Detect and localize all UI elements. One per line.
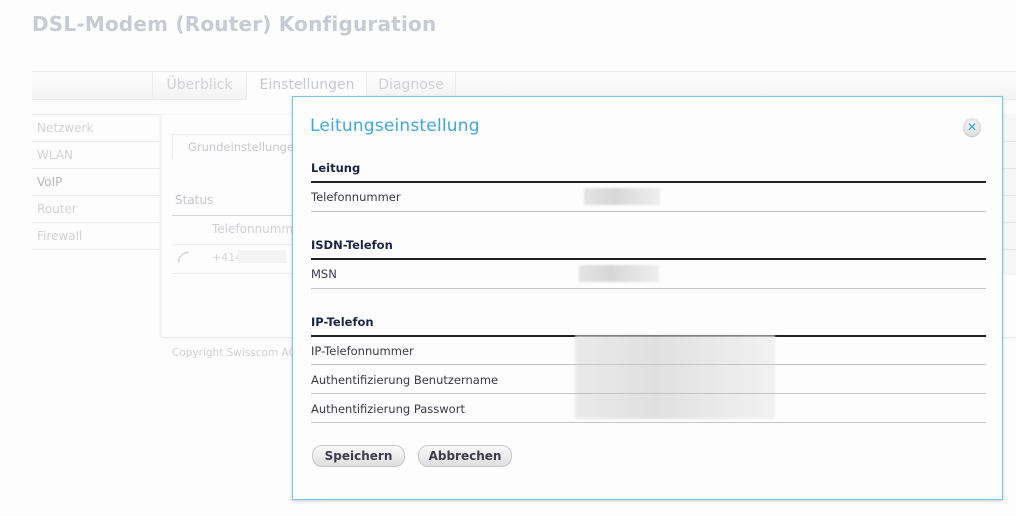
section-title-ip-telefon: IP-Telefon xyxy=(311,315,374,329)
section-title-isdn-telefon: ISDN-Telefon xyxy=(311,238,393,252)
field-value-telefonnummer xyxy=(584,188,660,205)
column-header-telefonnummer: Telefonnumme xyxy=(212,222,301,236)
sidebar-item-netzwerk[interactable]: Netzwerk xyxy=(32,115,162,142)
row-divider xyxy=(172,273,302,274)
section-divider xyxy=(311,181,986,183)
close-icon: ✕ xyxy=(966,120,978,134)
close-button[interactable]: ✕ xyxy=(963,118,981,136)
row-divider xyxy=(311,422,986,423)
field-value-msn xyxy=(579,265,659,282)
field-label-telefonnummer: Telefonnummer xyxy=(311,190,401,204)
sidebar-item-voip[interactable]: VoIP xyxy=(32,169,162,196)
row-divider xyxy=(311,288,986,289)
sidebar-item-firewall[interactable]: Firewall xyxy=(32,223,162,250)
row-divider xyxy=(311,364,986,365)
sidebar-item-router[interactable]: Router xyxy=(32,196,162,223)
field-label-msn: MSN xyxy=(311,267,337,281)
cancel-button[interactable]: Abbrechen xyxy=(418,445,512,467)
redacted-value xyxy=(238,250,286,263)
sidebar-item-wlan[interactable]: WLAN xyxy=(32,142,162,169)
background-table-edge xyxy=(1002,115,1016,275)
dialog-title: Leitungseinstellung xyxy=(310,116,480,136)
sidebar: Netzwerk WLAN VoIP Router Firewall xyxy=(32,114,162,250)
line-settings-dialog: Leitungseinstellung ✕ Leitung Telefonnum… xyxy=(292,96,1003,500)
status-divider xyxy=(172,215,302,216)
phone-icon xyxy=(175,250,191,266)
field-label-ip-telefonnummer: IP-Telefonnummer xyxy=(311,344,414,358)
tab-diagnose[interactable]: Diagnose xyxy=(366,72,456,99)
field-label-auth-passwort: Authentifizierung Passwort xyxy=(311,402,465,416)
row-divider xyxy=(172,244,302,245)
field-label-auth-benutzername: Authentifizierung Benutzername xyxy=(311,373,499,387)
save-button[interactable]: Speichern xyxy=(312,445,405,467)
section-title-leitung: Leitung xyxy=(311,161,361,175)
section-divider xyxy=(311,258,986,260)
tab-ueberblick[interactable]: Überblick xyxy=(152,72,246,99)
copyright-text: Copyright Swisscom AG 2 xyxy=(172,347,307,359)
field-values-redacted xyxy=(575,335,775,419)
row-divider xyxy=(311,393,986,394)
status-heading: Status xyxy=(175,193,214,207)
row-divider xyxy=(311,211,986,212)
page-title: DSL-Modem (Router) Konfiguration xyxy=(32,12,437,36)
